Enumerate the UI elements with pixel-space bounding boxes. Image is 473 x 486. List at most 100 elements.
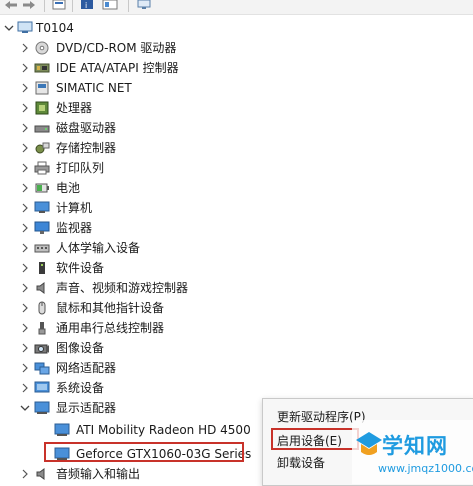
tree-root[interactable]: T0104 <box>0 18 473 38</box>
watermark: 学知网 www.jmqz1000.com <box>352 420 473 484</box>
speaker-icon <box>36 468 45 480</box>
tree-item-label: 存储控制器 <box>56 141 117 155</box>
toolbar-separator <box>72 0 73 12</box>
usb-icon <box>38 322 46 335</box>
watermark-logo <box>356 432 382 455</box>
back-arrow-icon[interactable] <box>4 0 18 10</box>
tree-item[interactable]: 图像设备 <box>0 338 473 358</box>
processor-icon <box>35 101 49 115</box>
tree-item-label: 鼠标和其他指针设备 <box>56 301 165 315</box>
tree-item[interactable]: 磁盘驱动器 <box>0 118 473 138</box>
properties-icon[interactable] <box>52 0 66 10</box>
tree-item[interactable]: DVD/CD-ROM 驱动器 <box>0 38 473 58</box>
chevron-right-icon[interactable] <box>20 282 30 294</box>
chevron-right-icon[interactable] <box>20 302 30 314</box>
chevron-right-icon[interactable] <box>20 242 30 254</box>
printer-icon <box>34 161 50 175</box>
battery-icon <box>35 183 49 193</box>
chevron-right-icon[interactable] <box>20 122 30 134</box>
chevron-right-icon[interactable] <box>20 182 30 194</box>
tree-item-label: 监视器 <box>56 221 93 235</box>
display-adapter-icon <box>54 423 70 436</box>
tree-item[interactable]: 存储控制器 <box>0 138 473 158</box>
tree-item[interactable]: 软件设备 <box>0 258 473 278</box>
svg-text:i: i <box>85 1 87 10</box>
camera-icon <box>34 344 49 354</box>
tree-item-label: 图像设备 <box>56 341 105 355</box>
tree-item[interactable]: IDE ATA/ATAPI 控制器 <box>0 58 473 78</box>
tree-item-label: 音频输入和输出 <box>56 467 141 481</box>
help-icon[interactable]: i <box>80 0 94 10</box>
chevron-right-icon[interactable] <box>20 342 30 354</box>
tree-item[interactable]: SIMATIC NET <box>0 78 473 98</box>
chevron-right-icon[interactable] <box>20 42 30 54</box>
chevron-right-icon[interactable] <box>20 362 30 374</box>
tree-item-label: 打印队列 <box>56 161 105 175</box>
chevron-right-icon[interactable] <box>20 162 30 174</box>
tree-item[interactable]: 电池 <box>0 178 473 198</box>
tree-item[interactable]: 监视器 <box>0 218 473 238</box>
tree-item-label: 电池 <box>56 181 81 195</box>
tree-item-label: DVD/CD-ROM 驱动器 <box>56 41 177 55</box>
display-adapter-icon <box>34 401 50 414</box>
scan-hardware-icon[interactable] <box>136 0 152 10</box>
tree-subitem-label: ATI Mobility Radeon HD 4500 <box>76 423 251 437</box>
tree-item[interactable]: 人体学输入设备 <box>0 238 473 258</box>
tree-item-label: IDE ATA/ATAPI 控制器 <box>56 61 179 75</box>
chevron-right-icon[interactable] <box>20 222 30 234</box>
view-icon[interactable] <box>102 0 118 10</box>
computer-icon <box>34 201 50 213</box>
watermark-url: www.jmqz1000.com <box>378 462 473 475</box>
toolbar-separator <box>128 0 129 12</box>
disk-drive-icon <box>34 125 50 133</box>
tree-item-label: 声音、视频和游戏控制器 <box>56 281 189 295</box>
network-adapter-icon <box>34 362 50 375</box>
tree-item-label: 显示适配器 <box>56 401 117 415</box>
tree-item-label: SIMATIC NET <box>56 81 132 95</box>
watermark-brand: 学知网 <box>382 434 448 458</box>
menu-highlight <box>271 428 359 450</box>
chevron-right-icon[interactable] <box>20 62 30 74</box>
chevron-right-icon[interactable] <box>20 262 30 274</box>
speaker-icon <box>36 282 45 294</box>
chevron-down-icon[interactable] <box>4 22 14 34</box>
computer-icon <box>17 21 33 33</box>
mouse-icon <box>38 301 46 315</box>
ide-controller-icon <box>34 63 50 73</box>
tree-root-label: T0104 <box>36 21 74 35</box>
system-device-icon <box>34 381 50 393</box>
chevron-right-icon[interactable] <box>20 82 30 94</box>
chevron-right-icon[interactable] <box>20 202 30 214</box>
tree-item[interactable]: 网络适配器 <box>0 358 473 378</box>
tree-item[interactable]: 系统设备 <box>0 378 473 398</box>
toolbar: i <box>0 0 473 15</box>
monitor-icon <box>34 221 50 234</box>
forward-arrow-icon[interactable] <box>22 0 36 10</box>
selection-highlight <box>44 442 244 462</box>
tree-item[interactable]: 声音、视频和游戏控制器 <box>0 278 473 298</box>
tree-item-label: 人体学输入设备 <box>56 241 141 255</box>
tree-item[interactable]: 处理器 <box>0 98 473 118</box>
tree-item-label: 处理器 <box>56 101 93 115</box>
tree-item-label: 系统设备 <box>56 381 105 395</box>
tree-item[interactable]: 计算机 <box>0 198 473 218</box>
storage-controller-icon <box>35 142 50 154</box>
toolbar-separator <box>44 0 45 12</box>
menu-item-uninstall-device[interactable]: 卸载设备 <box>277 454 325 471</box>
tree-item-label: 计算机 <box>56 201 93 215</box>
chevron-right-icon[interactable] <box>20 468 30 480</box>
chevron-right-icon[interactable] <box>20 322 30 334</box>
tree-item[interactable]: 通用串行总线控制器 <box>0 318 473 338</box>
chevron-down-icon[interactable] <box>20 402 30 414</box>
network-component-icon <box>35 81 49 95</box>
chevron-right-icon[interactable] <box>20 382 30 394</box>
tree-item[interactable]: 鼠标和其他指针设备 <box>0 298 473 318</box>
hid-icon <box>34 244 50 253</box>
chevron-right-icon[interactable] <box>20 102 30 114</box>
software-device-icon <box>39 262 45 274</box>
tree-item-label: 网络适配器 <box>56 361 117 375</box>
chevron-right-icon[interactable] <box>20 142 30 154</box>
tree-item[interactable]: 打印队列 <box>0 158 473 178</box>
tree-item-label: 磁盘驱动器 <box>56 121 117 135</box>
tree-item-label: 软件设备 <box>56 261 105 275</box>
